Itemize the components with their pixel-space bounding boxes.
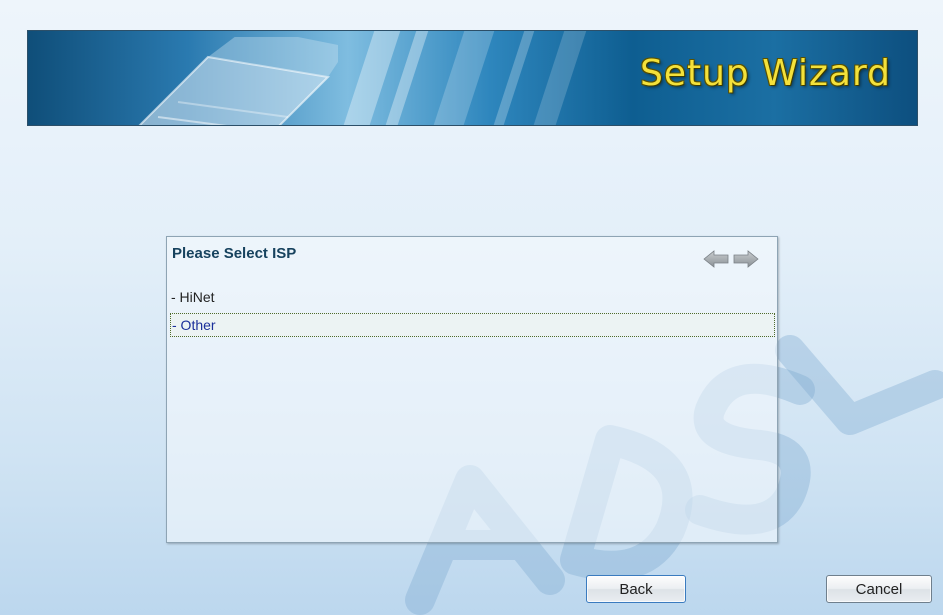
isp-option-other[interactable]: - Other bbox=[170, 313, 775, 337]
banner-stripe bbox=[528, 31, 590, 125]
setup-wizard-page: Setup Wizard Please Select ISP - HiNet -… bbox=[0, 0, 943, 615]
isp-option-hinet[interactable]: - HiNet bbox=[170, 285, 775, 309]
back-button[interactable]: Back bbox=[586, 575, 686, 603]
isp-list: - HiNet - Other bbox=[170, 285, 775, 341]
banner-stripe bbox=[428, 31, 498, 125]
banner-title: Setup Wizard bbox=[639, 53, 891, 94]
nav-arrows bbox=[703, 249, 759, 269]
banner-stripe bbox=[488, 31, 538, 125]
cancel-button[interactable]: Cancel bbox=[826, 575, 932, 603]
isp-selection-panel: Please Select ISP - HiNet - Other bbox=[166, 236, 778, 543]
laptop-graphic-icon bbox=[138, 37, 338, 125]
panel-title: Please Select ISP bbox=[172, 245, 297, 262]
arrow-right-icon[interactable] bbox=[733, 249, 759, 269]
arrow-left-icon[interactable] bbox=[703, 249, 729, 269]
setup-wizard-banner: Setup Wizard bbox=[27, 30, 918, 126]
